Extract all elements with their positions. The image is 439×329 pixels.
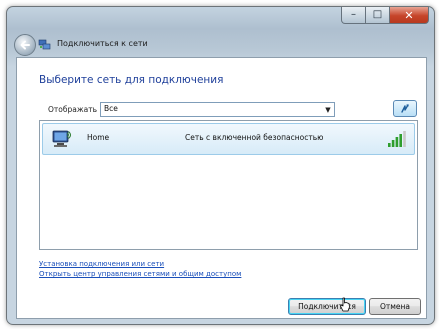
refresh-icon	[401, 103, 409, 113]
wireless-computer-icon	[52, 130, 71, 147]
signal-strength-icon	[388, 131, 406, 147]
back-button[interactable]	[14, 34, 36, 56]
cancel-button[interactable]: Отмена	[369, 298, 421, 315]
filter-label: Отображать	[48, 105, 97, 114]
filter-dropdown[interactable]: Все ▼	[100, 102, 335, 117]
network-icon	[38, 39, 51, 50]
filter-value: Все	[104, 104, 118, 113]
hand-cursor-icon	[340, 297, 350, 312]
network-name: Home	[87, 133, 110, 142]
close-icon: ✕	[404, 8, 414, 22]
maximize-icon: □	[372, 9, 383, 20]
minimize-button[interactable]: –	[341, 7, 366, 24]
close-button[interactable]: ✕	[390, 7, 429, 24]
setup-connection-link[interactable]: Установка подключения или сети	[39, 260, 164, 268]
dialog-window: – □ ✕ Подключиться к сети Выберите сеть …	[6, 6, 435, 325]
back-arrow-icon	[20, 40, 30, 50]
refresh-button[interactable]	[393, 100, 417, 117]
network-security: Сеть с включенной безопасностью	[185, 133, 324, 142]
window-title: Подключиться к сети	[57, 39, 148, 48]
connect-button[interactable]: Подключиться	[288, 298, 366, 315]
signal-bar	[395, 137, 399, 147]
maximize-button[interactable]: □	[366, 7, 390, 24]
network-list-item[interactable]: Home Сеть с включенной безопасностью	[42, 123, 415, 155]
page-heading: Выберите сеть для подключения	[39, 74, 224, 86]
chevron-down-icon: ▼	[325, 105, 331, 114]
signal-bar	[388, 143, 391, 147]
signal-bar	[403, 131, 406, 147]
signal-bar	[399, 134, 402, 147]
minimize-icon: –	[351, 9, 356, 20]
network-list: Home Сеть с включенной безопасностью	[39, 120, 418, 250]
content-panel: Выберите сеть для подключения Отображать…	[16, 57, 427, 319]
signal-bar	[391, 140, 395, 147]
caption-buttons: – □ ✕	[341, 7, 429, 24]
network-center-link[interactable]: Открыть центр управления сетями и общим …	[39, 270, 241, 278]
